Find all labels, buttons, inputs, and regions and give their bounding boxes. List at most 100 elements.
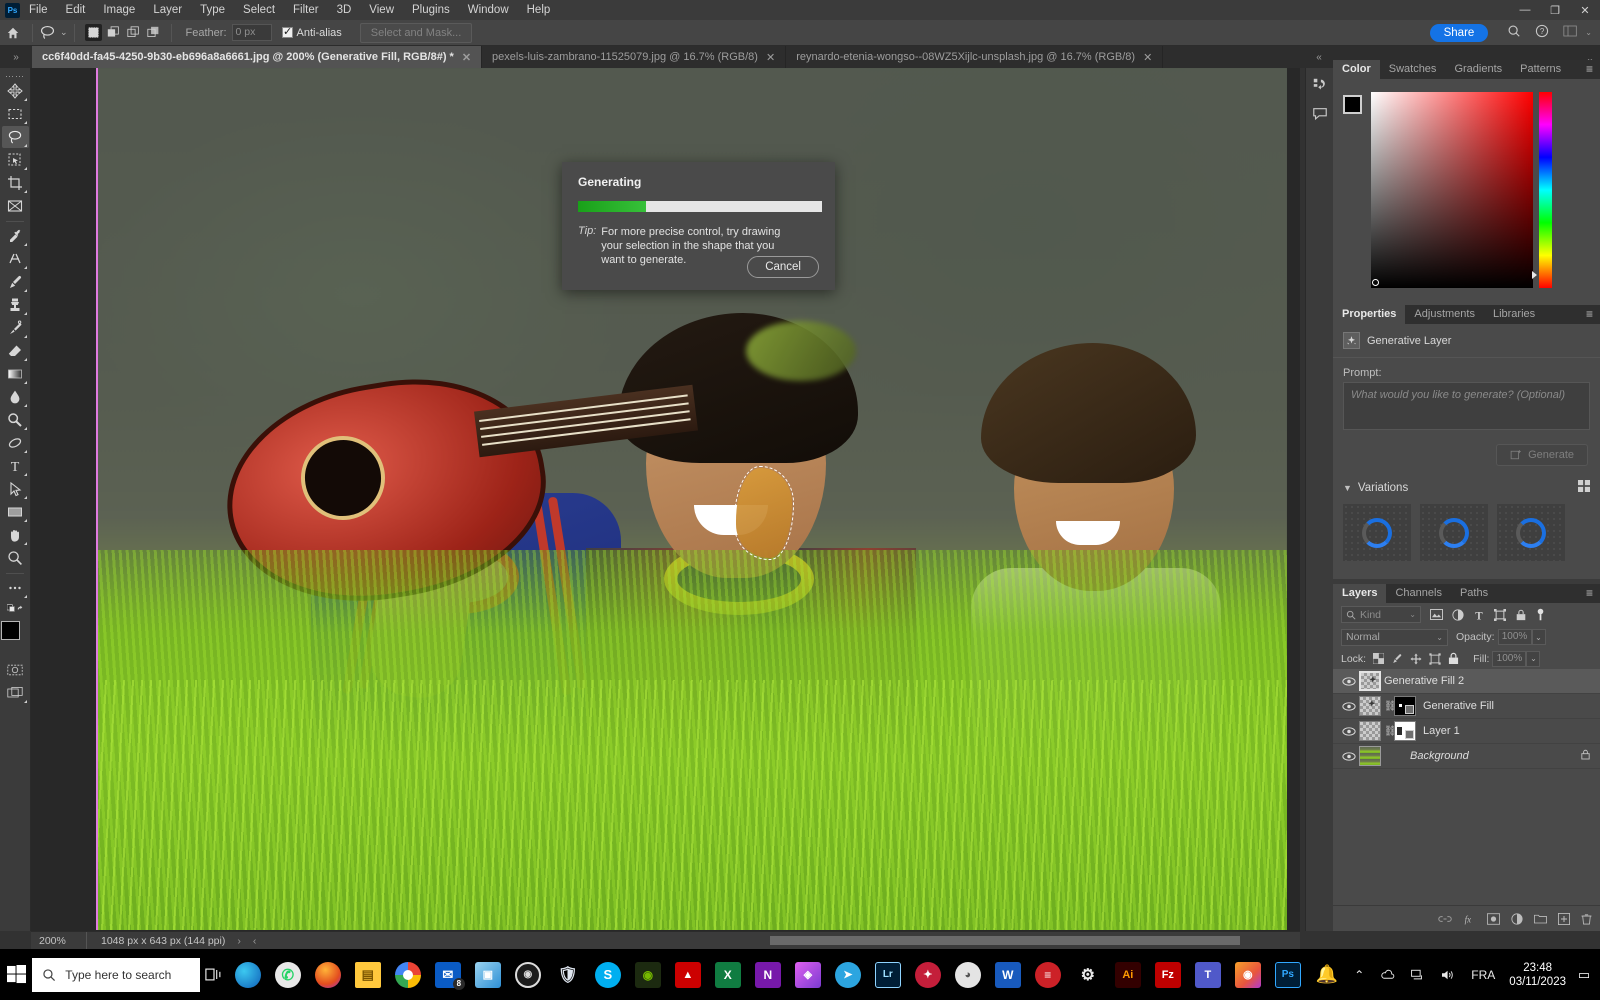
pixel-filter-icon[interactable] bbox=[1430, 609, 1443, 620]
taskbar-app-wondershare[interactable]: ✦ bbox=[914, 961, 941, 988]
opacity-value[interactable]: 100% bbox=[1497, 629, 1532, 645]
taskbar-app-skype[interactable]: S bbox=[594, 961, 621, 988]
new-selection-button[interactable] bbox=[84, 24, 102, 41]
document-tab-active[interactable]: cc6f40dd-fa45-4250-9b30-eb696a8a6661.jpg… bbox=[32, 46, 483, 68]
panel-menu-icon[interactable]: ≡ bbox=[1579, 307, 1600, 324]
path-selection-tool[interactable] bbox=[2, 478, 29, 500]
crop-tool[interactable] bbox=[2, 172, 29, 194]
taskbar-app-microsoft-edge[interactable] bbox=[234, 961, 261, 988]
hue-slider-handle[interactable] bbox=[1532, 271, 1537, 279]
comments-panel-icon[interactable] bbox=[1307, 101, 1333, 127]
layer-name[interactable]: Generative Fill bbox=[1423, 700, 1494, 712]
link-mask-icon[interactable]: ⛓ bbox=[1384, 701, 1397, 712]
smart-object-filter-icon[interactable] bbox=[1515, 609, 1527, 621]
status-collapse-icon[interactable]: ‹ bbox=[253, 935, 257, 947]
clock[interactable]: 23:48 03/11/2023 bbox=[1509, 961, 1566, 989]
layer-visibility-icon[interactable] bbox=[1339, 701, 1359, 711]
table-row[interactable]: Background bbox=[1333, 744, 1600, 769]
menu-select[interactable]: Select bbox=[234, 0, 284, 20]
taskbar-app-onenote[interactable]: N bbox=[754, 961, 781, 988]
lock-artboard-icon[interactable] bbox=[1429, 652, 1441, 665]
rectangular-marquee-tool[interactable] bbox=[2, 103, 29, 125]
taskbar-app-illustrator[interactable]: Ai bbox=[1114, 961, 1141, 988]
pen-tool[interactable] bbox=[2, 432, 29, 454]
cancel-button[interactable]: Cancel bbox=[747, 256, 819, 278]
layer-thumbnail[interactable] bbox=[1359, 671, 1381, 691]
lock-icon[interactable] bbox=[1581, 749, 1594, 763]
new-group-icon[interactable] bbox=[1534, 913, 1547, 924]
spot-healing-brush-tool[interactable] bbox=[2, 248, 29, 270]
table-row[interactable]: ⛓ Generative Fill bbox=[1333, 694, 1600, 719]
type-tool[interactable]: T bbox=[2, 455, 29, 477]
taskbar-app-google-chrome[interactable] bbox=[394, 961, 421, 988]
layer-thumbnail[interactable] bbox=[1359, 721, 1381, 741]
tab-color[interactable]: Color bbox=[1333, 60, 1380, 79]
lock-transparent-pixels-icon[interactable] bbox=[1373, 653, 1385, 664]
filter-kind-select[interactable]: Kind ⌄ bbox=[1341, 606, 1421, 623]
search-input[interactable]: Type here to search bbox=[32, 957, 200, 992]
minimize-button[interactable]: — bbox=[1510, 0, 1540, 20]
onedrive-icon[interactable] bbox=[1380, 969, 1395, 980]
document-tab[interactable]: reynardo-etenia-wongso--08WZ5Xijlc-unspl… bbox=[786, 46, 1164, 68]
add-mask-icon[interactable] bbox=[1487, 912, 1500, 925]
chevron-down-icon[interactable]: ⌄ bbox=[1585, 28, 1592, 37]
show-hidden-icons-icon[interactable]: ⌃ bbox=[1354, 968, 1364, 982]
taskbar-app-whatsapp[interactable]: ✆ bbox=[274, 961, 301, 988]
notifications-icon[interactable]: ▭ bbox=[1576, 967, 1592, 983]
rectangle-tool[interactable] bbox=[2, 501, 29, 523]
menu-image[interactable]: Image bbox=[94, 0, 144, 20]
tab-layers[interactable]: Layers bbox=[1333, 584, 1387, 603]
canvas-area[interactable]: Generating Tip: For more precise control… bbox=[31, 68, 1300, 931]
tab-adjustments[interactable]: Adjustments bbox=[1405, 305, 1484, 324]
eraser-tool[interactable] bbox=[2, 340, 29, 362]
lasso-tool[interactable] bbox=[1, 126, 29, 148]
menu-window[interactable]: Window bbox=[459, 0, 518, 20]
layer-thumbnail[interactable] bbox=[1359, 746, 1381, 766]
taskbar-app-capture-one[interactable]: ◉ bbox=[1234, 961, 1261, 988]
variation-thumbnail[interactable] bbox=[1343, 504, 1411, 561]
layer-visibility-icon[interactable] bbox=[1339, 676, 1359, 686]
close-button[interactable]: ✕ bbox=[1570, 0, 1600, 20]
blur-tool[interactable] bbox=[2, 386, 29, 408]
hue-slider[interactable] bbox=[1539, 92, 1552, 288]
windows-start-icon[interactable] bbox=[0, 949, 32, 1000]
tab-swatches[interactable]: Swatches bbox=[1380, 60, 1446, 79]
layer-visibility-icon[interactable] bbox=[1339, 751, 1359, 761]
taskbar-app-affinity[interactable]: ◈ bbox=[794, 961, 821, 988]
blend-mode-select[interactable]: Normal ⌄ bbox=[1341, 628, 1448, 646]
home-icon[interactable] bbox=[0, 20, 26, 46]
layer-name[interactable]: Generative Fill 2 bbox=[1384, 675, 1464, 687]
layer-mask-thumbnail[interactable] bbox=[1394, 696, 1416, 716]
volume-icon[interactable] bbox=[1441, 969, 1455, 981]
prompt-input[interactable]: What would you like to generate? (Option… bbox=[1343, 382, 1590, 430]
foreground-color-swatch[interactable] bbox=[1343, 95, 1362, 114]
foreground-color-swatch[interactable] bbox=[1, 621, 20, 640]
lock-all-icon[interactable] bbox=[1448, 652, 1459, 665]
close-icon[interactable]: ✕ bbox=[766, 51, 775, 64]
menu-layer[interactable]: Layer bbox=[144, 0, 191, 20]
filter-toggle-icon[interactable] bbox=[1536, 608, 1545, 622]
zoom-level[interactable]: 200% bbox=[31, 931, 87, 950]
color-field-marker[interactable] bbox=[1372, 279, 1379, 286]
tab-patterns[interactable]: Patterns bbox=[1511, 60, 1570, 79]
taskbar-app-excel[interactable]: X bbox=[714, 961, 741, 988]
lock-position-icon[interactable] bbox=[1410, 653, 1422, 665]
taskbar-app-lightroom[interactable]: Lr bbox=[874, 961, 901, 988]
share-button[interactable]: Share bbox=[1429, 23, 1489, 42]
menu-plugins[interactable]: Plugins bbox=[403, 0, 459, 20]
taskbar-app-mail[interactable]: ✉ 8 bbox=[434, 961, 465, 990]
table-row[interactable]: ⛓ Layer 1 bbox=[1333, 719, 1600, 744]
eyedropper-tool[interactable] bbox=[2, 225, 29, 247]
status-expand-icon[interactable]: › bbox=[237, 935, 241, 947]
toolbar-drag-handle[interactable]: ⋯⋯ bbox=[5, 71, 25, 81]
taskbar-app-microsoft-teams[interactable]: T bbox=[1194, 961, 1221, 988]
history-brush-tool[interactable] bbox=[2, 317, 29, 339]
menu-3d[interactable]: 3D bbox=[328, 0, 361, 20]
tab-channels[interactable]: Channels bbox=[1386, 584, 1450, 603]
tab-gradients[interactable]: Gradients bbox=[1445, 60, 1511, 79]
history-panel-icon[interactable] bbox=[1307, 72, 1333, 98]
taskbar-app-photos[interactable]: ▣ bbox=[474, 961, 501, 988]
edit-toolbar-icon[interactable] bbox=[2, 577, 29, 599]
collapse-panels-icon[interactable]: » bbox=[0, 46, 32, 68]
taskbar-app-steam[interactable]: ◕ bbox=[954, 961, 981, 988]
